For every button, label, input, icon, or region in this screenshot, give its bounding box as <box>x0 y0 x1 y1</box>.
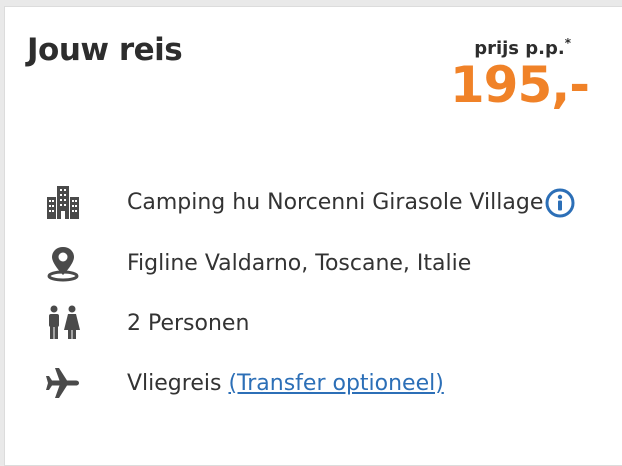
price-footnote-mark: * <box>564 36 571 50</box>
accommodation-text: Camping hu Norcenni Girasole Village <box>127 188 575 218</box>
transfer-optional-link[interactable]: (Transfer optioneel) <box>228 371 443 396</box>
airplane-icon <box>41 363 85 403</box>
price-label: prijs p.p.* <box>474 36 571 59</box>
info-icon[interactable] <box>545 188 575 218</box>
persons-icon <box>41 303 85 343</box>
location-row: Figline Valdarno, Toscane, Italie <box>41 243 471 283</box>
persons-row: 2 Personen <box>41 303 249 343</box>
accommodation-row: Camping hu Norcenni Girasole Village <box>41 183 575 223</box>
trip-title: Jouw reis <box>27 32 183 68</box>
building-icon <box>41 183 85 223</box>
persons-text: 2 Personen <box>127 310 250 336</box>
travel-type: Vliegreis <box>127 370 222 396</box>
map-pin-icon <box>41 243 85 283</box>
price-block: prijs p.p.* 195,- <box>450 36 590 110</box>
travel-text: Vliegreis (Transfer optioneel) <box>127 371 444 396</box>
price-value: 195,- <box>449 56 590 114</box>
location-text: Figline Valdarno, Toscane, Italie <box>127 250 472 276</box>
accommodation-name: Camping hu Norcenni Girasole Village <box>127 190 544 215</box>
trip-summary-card: Jouw reis prijs p.p.* 195,- Camping hu N… <box>4 6 622 466</box>
travel-row: Vliegreis (Transfer optioneel) <box>41 363 444 403</box>
